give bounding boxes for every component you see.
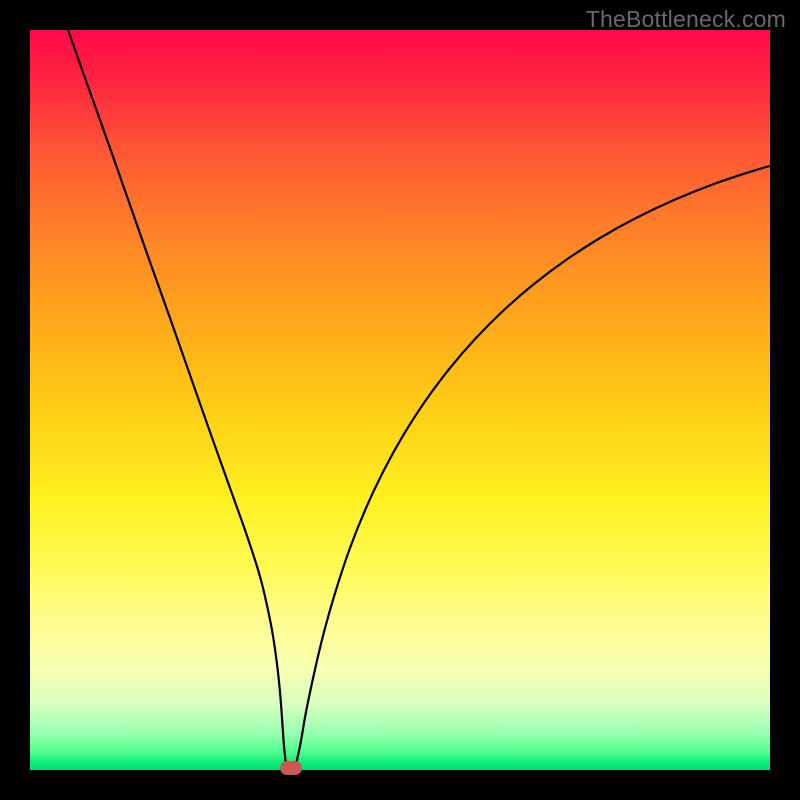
curve-left-branch <box>68 30 287 768</box>
minimum-marker <box>280 761 302 775</box>
watermark-text: TheBottleneck.com <box>586 6 786 33</box>
curve-right-branch <box>295 166 770 768</box>
chart-plot <box>30 30 770 770</box>
